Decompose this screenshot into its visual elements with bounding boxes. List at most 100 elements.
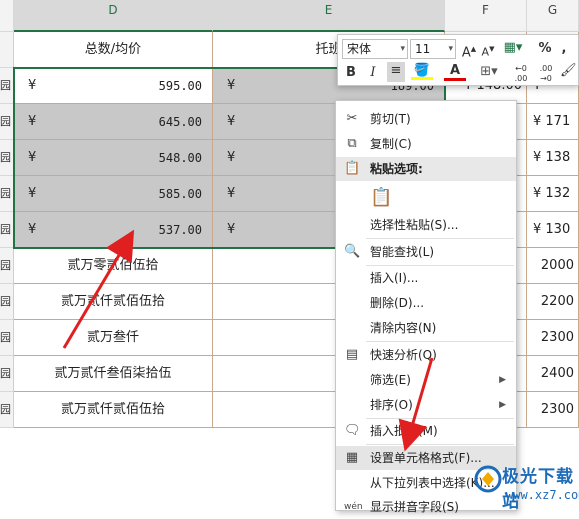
increase-decimal-icon[interactable]: ←0.00 [510,64,532,84]
price-cell[interactable]: ¥ 132 [527,176,579,212]
row-header[interactable]: 园 [0,176,14,212]
row-header[interactable]: 园 [0,68,14,104]
copy-icon: ⧉ [347,136,357,151]
row-header[interactable]: 园 [0,356,14,392]
price-cell[interactable]: ¥537.00 [14,212,213,248]
shrink-font-button[interactable]: A▼ [480,40,496,62]
row-header[interactable]: 园 [0,104,14,140]
amount: ¥ 130 [533,222,571,237]
amount: 645.00 [158,115,202,129]
price-cell[interactable]: ¥548.00 [14,140,213,176]
amount: ¥ 171 [533,114,571,129]
bold-button[interactable]: B [343,64,359,82]
amount: 537.00 [158,223,202,237]
chinese-amount-cell[interactable]: 贰万贰仟叁佰柒拾伍 [14,356,213,392]
watermark: 极光下载站 www.xz7.com [472,458,579,512]
menu-section-paste-options: 📋 粘贴选项: [336,157,516,181]
column-header-e[interactable]: E [213,0,445,32]
row-header[interactable]: 园 [0,392,14,428]
column-header-d[interactable]: D [14,0,213,32]
currency-symbol: ¥ [227,78,236,93]
menu-item-paste-special[interactable]: 选择性粘贴(S)... [336,213,516,237]
font-color-swatch [444,78,466,81]
fill-color-swatch [411,77,433,80]
font-name-value: 宋体 [347,42,372,56]
shrink-font-label: A [481,45,490,59]
row-header[interactable]: 园 [0,140,14,176]
row-header[interactable]: 园 [0,284,14,320]
currency-symbol: ¥ [227,114,236,129]
price-cell[interactable]: ¥595.00 [14,68,213,104]
menu-item-filter[interactable]: 筛选(E) ▶ [336,368,516,392]
menu-item-cut[interactable]: ✂ 剪切(T) [336,107,516,131]
fill-color-icon[interactable]: 🪣 [411,62,433,80]
quick-analysis-icon: ▤ [345,347,359,362]
price-cell[interactable]: ¥645.00 [14,104,213,140]
scissors-icon: ✂ [346,111,358,126]
align-center-icon[interactable]: ≡ [387,62,405,82]
amount: 595.00 [158,79,202,93]
price-cell[interactable]: ¥ 138 [527,140,579,176]
watermark-url: www.xz7.com [506,488,579,502]
phonetic-icon: wén [344,502,363,512]
row-header[interactable]: 园 [0,320,14,356]
number-cell[interactable]: 2200 [527,284,579,320]
header-cell-total-price[interactable]: 总数/均价 [14,32,213,68]
column-header-f[interactable]: F [445,0,527,32]
menu-item-delete[interactable]: 删除(D)... [336,291,516,315]
font-color-button[interactable]: A [444,62,466,81]
chevron-right-icon: ▶ [499,400,506,410]
format-painter-icon[interactable]: 🖌 [560,62,577,80]
column-header-g[interactable]: G [527,0,579,32]
amount: 548.00 [158,151,202,165]
watermark-title: 极光下载站 [502,467,574,512]
chinese-amount-cell[interactable]: 贰万叁仟 [14,320,213,356]
row-header[interactable]: 园 [0,248,14,284]
number-cell[interactable]: 2400 [527,356,579,392]
grow-font-label: A [461,45,471,61]
number-cell[interactable]: 2300 [527,320,579,356]
mini-toolbar: 宋体 ▾ 11 ▾ A▲ A▼ ▦▾ % , B I ≡ 🪣 A ⊞▾ ←0.00 … [337,34,579,86]
decrease-decimal-icon[interactable]: .00 →0 [535,64,557,84]
menu-item-clear-contents[interactable]: 清除内容(N) [336,316,516,340]
menu-item-sort[interactable]: 排序(O) ▶ [336,393,516,417]
italic-button[interactable]: I [365,64,381,82]
chinese-amount-cell[interactable]: 贰万贰仟贰佰伍拾 [14,392,213,428]
menu-item-smart-lookup[interactable]: 🔍 智能查找(L) [336,240,516,264]
number-cell[interactable]: 2300 [527,392,579,428]
currency-symbol: ¥ [28,114,37,129]
borders-icon[interactable]: ⊞▾ [478,63,500,81]
menu-item-insert-comment[interactable]: 🗨 插入批注(M) [336,419,516,443]
menu-item-insert[interactable]: 插入(I)... [336,266,516,290]
menu-item-quick-analysis[interactable]: ▤ 快速分析(Q) [336,343,516,367]
row-header-corner[interactable] [0,0,14,32]
amount: 585.00 [158,187,202,201]
font-color-label: A [449,63,461,78]
currency-symbol: ¥ [227,186,236,201]
price-cell[interactable]: ¥ 171 [527,104,579,140]
font-size-value: 11 [415,42,431,56]
currency-symbol: ¥ [28,78,37,93]
paste-option-button[interactable]: 📋 [336,183,516,213]
currency-format-icon[interactable]: ▦▾ [502,39,524,57]
currency-symbol: ¥ [28,222,37,237]
chinese-amount-cell[interactable]: 贰万零贰佰伍拾 [14,248,213,284]
comma-button[interactable]: , [557,40,571,58]
price-cell[interactable]: ¥ 130 [527,212,579,248]
grow-font-button[interactable]: A▲ [461,40,477,62]
price-cell[interactable]: ¥585.00 [14,176,213,212]
chinese-amount-cell[interactable]: 贰万贰仟贰佰伍拾 [14,284,213,320]
font-size-select[interactable]: 11 ▾ [410,39,456,59]
row-header[interactable] [0,32,14,68]
menu-item-copy[interactable]: ⧉ 复制(C) [336,132,516,156]
menu-separator [366,341,514,342]
row-header[interactable]: 园 [0,212,14,248]
number-cell[interactable]: 2000 [527,248,579,284]
chevron-down-icon: ▾ [400,44,405,54]
comment-icon: 🗨 [344,423,361,438]
currency-symbol: ¥ [28,186,37,201]
font-name-select[interactable]: 宋体 ▾ [342,39,408,59]
menu-separator [366,238,514,239]
percent-button[interactable]: % [538,40,552,58]
menu-separator [366,444,514,445]
